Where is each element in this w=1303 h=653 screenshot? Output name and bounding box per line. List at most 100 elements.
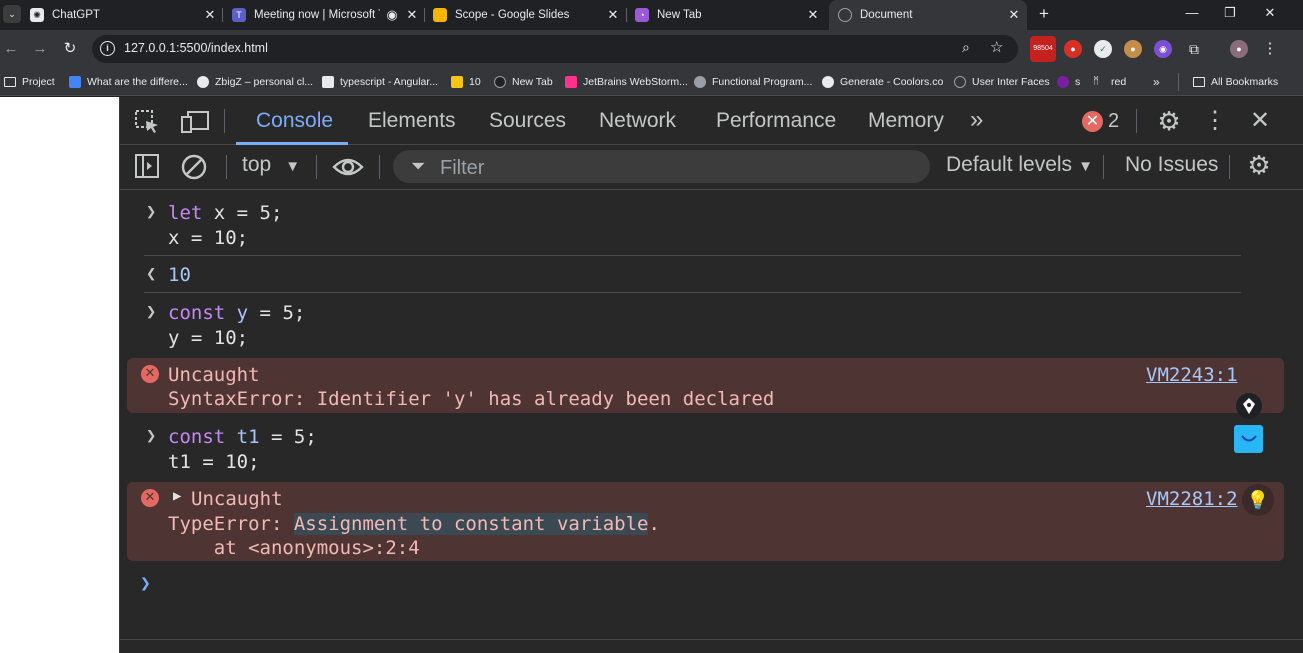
folder-icon: [1193, 77, 1205, 87]
filter-funnel-icon: ⏷: [411, 156, 426, 176]
extension-red-icon[interactable]: ●: [1064, 40, 1082, 58]
bookmark-item[interactable]: 10: [451, 73, 481, 91]
bookmark-item[interactable]: ZbigZ – personal cl...: [197, 73, 313, 91]
console-output[interactable]: ❯ let x = 5; x = 10; ❮ 10 ❯ const y = 5;…: [120, 190, 1303, 653]
tab-performance[interactable]: Performance: [716, 109, 836, 133]
close-tab-icon[interactable]: ✕: [202, 7, 218, 23]
more-options-icon[interactable]: ⋮: [1203, 106, 1227, 135]
bookmark-favicon-icon: [322, 76, 334, 88]
bookmark-item[interactable]: Functional Program...: [694, 73, 812, 91]
source-link[interactable]: VM2281:2: [1146, 488, 1238, 510]
bookmark-item[interactable]: New Tab: [494, 73, 553, 91]
tab-new-tab[interactable]: ◔ New Tab ✕: [635, 0, 821, 30]
reload-button[interactable]: ↻: [60, 39, 80, 59]
bookmark-item[interactable]: s: [1057, 73, 1080, 91]
error-title[interactable]: Uncaught: [191, 488, 283, 510]
extension-purple-icon[interactable]: ◉: [1154, 40, 1172, 58]
address-bar[interactable]: i 127.0.0.1:5500/index.html ⌕ ☆: [92, 35, 1018, 63]
new-tab-button[interactable]: +: [1035, 4, 1053, 24]
tab-memory[interactable]: Memory: [868, 109, 944, 133]
error-icon: ✕: [141, 489, 159, 507]
close-devtools-icon[interactable]: ✕: [1247, 106, 1273, 135]
devtools-tabbar: Console Elements Sources Network Perform…: [120, 97, 1303, 145]
bookmark-item[interactable]: Generate - Coolors.co: [822, 73, 943, 91]
log-levels-dropdown[interactable]: Default levels ▼: [946, 153, 1093, 177]
bookmark-item[interactable]: typescript - Angular...: [322, 73, 438, 91]
expand-triangle-icon[interactable]: ▶: [173, 488, 181, 504]
console-error-message: ✕ ▶ Uncaught TypeError: Assignment to co…: [127, 482, 1284, 561]
bookmark-favicon-icon: [694, 76, 706, 88]
issues-button[interactable]: No Issues: [1125, 153, 1218, 177]
console-input-prompt-icon[interactable]: ❯: [140, 573, 151, 594]
tab-google-slides[interactable]: Scope - Google Slides ✕: [433, 0, 621, 30]
live-expression-eye-icon[interactable]: [332, 153, 364, 181]
bookmark-item[interactable]: What are the differe...: [69, 73, 188, 91]
extension-badge-count: 98504: [1033, 45, 1053, 52]
close-tab-icon[interactable]: ✕: [1006, 7, 1022, 23]
close-window-button[interactable]: ✕: [1251, 0, 1289, 28]
console-input-line: x = 10;: [168, 227, 249, 249]
row-divider: [144, 255, 1241, 256]
tab-network[interactable]: Network: [599, 109, 676, 133]
tab-document[interactable]: Document ✕: [829, 0, 1027, 30]
dropdown-arrow-icon: ▼: [285, 158, 301, 175]
ai-assist-icon[interactable]: 💡: [1242, 484, 1274, 516]
bookmark-item[interactable]: Project: [4, 73, 55, 91]
filter-input[interactable]: ⏷ Filter: [393, 150, 930, 183]
inspect-element-icon[interactable]: [134, 109, 160, 135]
filter-placeholder: Filter: [440, 157, 485, 179]
close-tab-icon[interactable]: ✕: [404, 7, 420, 23]
row-divider: [144, 292, 1241, 293]
back-button[interactable]: ←: [1, 39, 21, 59]
minimize-button[interactable]: —: [1173, 0, 1211, 28]
tab-console[interactable]: Console: [256, 109, 333, 133]
bookmark-item[interactable]: ᛗ red: [1093, 73, 1126, 91]
tab-elements[interactable]: Elements: [368, 109, 456, 133]
toolbar-divider: [224, 109, 225, 133]
console-result: 10: [168, 264, 191, 286]
extensions-puzzle-icon[interactable]: ⧉: [1185, 40, 1203, 58]
tab-search-button[interactable]: ⌄: [3, 5, 21, 23]
url-text[interactable]: 127.0.0.1:5500/index.html: [124, 41, 268, 55]
clear-console-icon[interactable]: [180, 153, 208, 181]
all-bookmarks-button[interactable]: All Bookmarks: [1178, 73, 1278, 91]
settings-gear-icon[interactable]: ⚙: [1154, 106, 1184, 137]
google-icon: [822, 76, 834, 88]
profile-avatar[interactable]: ●: [1230, 40, 1248, 58]
close-tab-icon[interactable]: ✕: [605, 7, 621, 23]
search-icon[interactable]: ⌕: [962, 39, 970, 56]
tab-divider: [222, 8, 223, 22]
tab-sources[interactable]: Sources: [489, 109, 566, 133]
extension-cookie-icon[interactable]: ●: [1124, 40, 1142, 58]
pen-tool-icon[interactable]: [1236, 393, 1262, 419]
result-arrow-icon: ❮: [146, 264, 157, 284]
extension-badge-icon[interactable]: 98504: [1030, 36, 1056, 62]
input-prompt-icon: ❯: [146, 202, 157, 222]
error-icon: ✕: [141, 365, 159, 383]
toolbar-divider: [226, 155, 227, 179]
more-tabs-icon[interactable]: »: [970, 106, 983, 134]
device-toolbar-icon[interactable]: [180, 109, 210, 135]
bookmark-item[interactable]: JetBrains WebStorm...: [565, 73, 688, 91]
bookmark-star-icon[interactable]: ☆: [990, 38, 1003, 56]
tab-strip: ⌄ ✺ ChatGPT ✕ T Meeting now | Microsoft …: [0, 0, 1303, 30]
forward-button[interactable]: →: [30, 39, 50, 59]
console-settings-gear-icon[interactable]: ⚙: [1244, 150, 1274, 181]
extension-check-icon[interactable]: ✓: [1094, 40, 1112, 58]
error-count[interactable]: 2: [1108, 110, 1119, 133]
sidebar-toggle-icon[interactable]: [134, 153, 160, 179]
tab-teams[interactable]: T Meeting now | Microsoft Te ◉ ✕: [232, 0, 420, 30]
more-bookmarks-icon[interactable]: »: [1153, 73, 1160, 91]
error-count-icon[interactable]: ✕: [1082, 111, 1103, 132]
source-link[interactable]: VM2243:1: [1146, 364, 1238, 386]
bookmark-item[interactable]: User Inter Faces: [954, 73, 1050, 91]
restore-button[interactable]: ❐: [1211, 0, 1249, 28]
console-input-line: const t1 = 5;: [168, 426, 317, 448]
close-tab-icon[interactable]: ✕: [805, 7, 821, 23]
context-select[interactable]: top ▼: [242, 153, 300, 177]
tab-chatgpt[interactable]: ✺ ChatGPT ✕: [30, 0, 218, 30]
browser-menu-icon[interactable]: ⋮: [1261, 40, 1279, 58]
jetbrains-icon: [565, 76, 577, 88]
site-info-icon[interactable]: i: [100, 41, 115, 56]
smile-extension-icon[interactable]: [1234, 425, 1263, 453]
